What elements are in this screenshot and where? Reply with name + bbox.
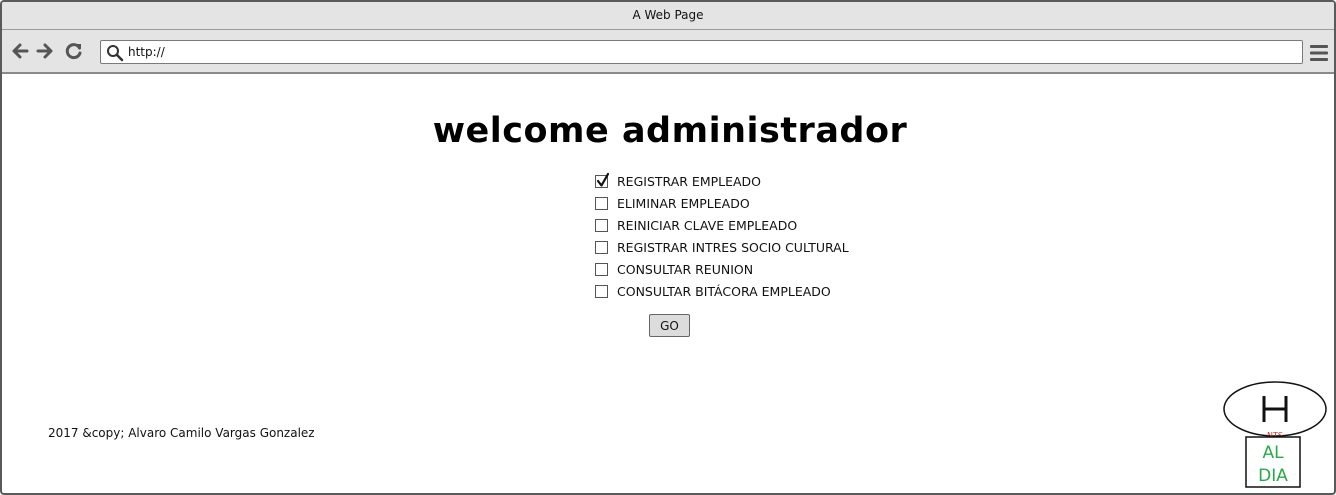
svg-text:AL: AL <box>1262 443 1284 463</box>
checkbox[interactable] <box>595 240 608 254</box>
option-registrar-interes[interactable]: REGISTRAR INTRES SOCIO CULTURAL <box>595 236 849 258</box>
window-title: A Web Page <box>2 2 1334 30</box>
page-title: welcome administrador <box>432 111 908 151</box>
option-label: REINICIAR CLAVE EMPLEADO <box>617 217 798 233</box>
page-content: welcome administrador REGISTRAR EMPLEADO… <box>2 76 1334 493</box>
option-consultar-reunion[interactable]: CONSULTAR REUNION <box>595 258 849 280</box>
option-registrar-empleado[interactable]: REGISTRAR EMPLEADO <box>595 170 849 192</box>
option-eliminar-empleado[interactable]: ELIMINAR EMPLEADO <box>595 192 849 214</box>
hnts-al-dia-logo: NTS AL DIA <box>1222 380 1330 490</box>
hamburger-menu-icon[interactable] <box>1309 44 1329 62</box>
address-bar[interactable]: http:// <box>100 40 1303 64</box>
checkbox[interactable] <box>595 196 608 210</box>
option-label: REGISTRAR INTRES SOCIO CULTURAL <box>617 239 849 255</box>
search-icon <box>106 44 124 62</box>
url-text[interactable]: http:// <box>128 44 165 60</box>
browser-window: A Web Page http:// welcome administrador… <box>0 0 1336 495</box>
arrow-left-icon[interactable] <box>10 41 30 61</box>
option-consultar-bitacora[interactable]: CONSULTAR BITÁCORA EMPLEADO <box>595 280 849 302</box>
checkbox-checked[interactable] <box>595 172 610 188</box>
svg-text:DIA: DIA <box>1258 466 1288 486</box>
option-label: REGISTRAR EMPLEADO <box>617 173 762 189</box>
options-list: REGISTRAR EMPLEADO ELIMINAR EMPLEADO REI… <box>595 170 849 302</box>
option-label: ELIMINAR EMPLEADO <box>617 195 750 211</box>
option-label: CONSULTAR REUNION <box>617 261 754 277</box>
checkbox[interactable] <box>595 262 608 276</box>
footer-copyright: 2017 &copy; Alvaro Camilo Vargas Gonzale… <box>48 426 315 440</box>
go-button[interactable]: GO <box>649 314 690 337</box>
browser-toolbar: http:// <box>2 30 1334 74</box>
arrow-right-icon[interactable] <box>35 41 55 61</box>
reload-icon[interactable] <box>64 41 84 61</box>
checkbox[interactable] <box>595 218 608 232</box>
checkbox[interactable] <box>595 284 608 298</box>
option-reiniciar-clave[interactable]: REINICIAR CLAVE EMPLEADO <box>595 214 849 236</box>
option-label: CONSULTAR BITÁCORA EMPLEADO <box>617 283 831 299</box>
